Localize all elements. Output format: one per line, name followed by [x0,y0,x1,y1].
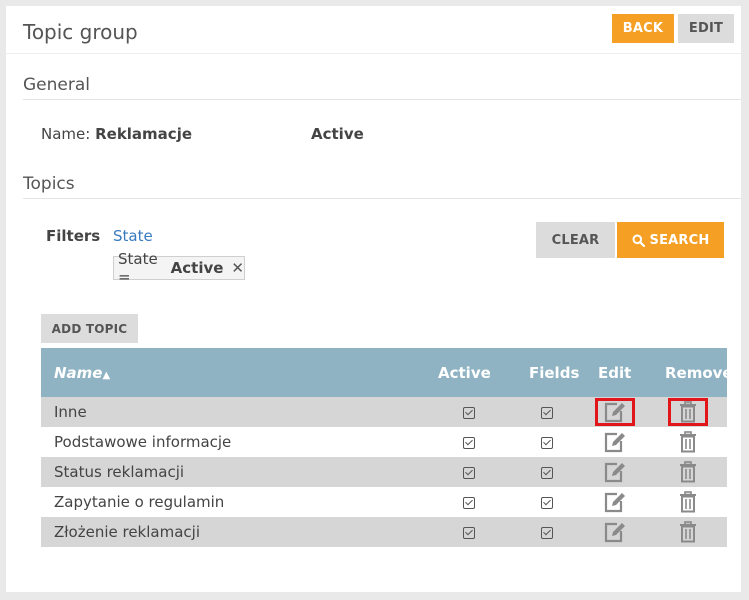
table-row: Zapytanie o regulamin [41,487,727,517]
edit-icon [604,462,625,483]
topic-group-panel: Topic group BACK EDIT General Name: Rekl… [6,6,741,592]
edit-icon [604,402,625,423]
search-button[interactable]: SEARCH [617,222,724,258]
topics-table-body: Inne Podstawowe informacje Status reklam… [41,397,727,547]
topic-name-cell: Podstawowe informacje [41,427,426,457]
remove-topic-button[interactable] [668,458,708,486]
search-icon [632,234,645,247]
group-name-field: Name: Reklamacje [41,125,192,143]
group-name-value: Reklamacje [95,125,193,143]
clear-button[interactable]: CLEAR [536,222,615,258]
remove-cell [648,487,727,517]
fields-column-header: Fields [511,348,582,397]
fields-cell [511,487,582,517]
remove-cell [648,427,727,457]
filters-label: Filters [46,227,101,245]
state-filter-chip: State = Active ✕ [113,250,245,286]
edit-cell [582,457,648,487]
active-cell [426,427,511,457]
name-column-header[interactable]: Name▲ [41,348,426,397]
remove-topic-button[interactable] [668,518,708,546]
checkbox-checked-icon [462,526,475,539]
checkbox-checked-icon [462,466,475,479]
general-section-title: General [23,75,90,95]
active-cell [426,517,511,547]
topics-section-divider [23,198,741,199]
fields-cell [511,427,582,457]
close-icon[interactable]: ✕ [231,259,244,277]
page-title: Topic group [23,20,138,44]
edit-topic-button[interactable] [595,398,635,426]
checkbox-checked-icon [462,436,475,449]
edit-icon [604,492,625,513]
state-filter-link[interactable]: State [113,227,153,245]
table-row: Złożenie reklamacji [41,517,727,547]
active-cell [426,487,511,517]
edit-column-header: Edit [582,348,648,397]
general-section-divider [23,99,741,100]
name-header-label: Name [54,363,103,382]
checkbox-checked-icon [540,526,553,539]
table-row: Podstawowe informacje [41,427,727,457]
sort-ascending-icon: ▲ [102,369,111,381]
group-status: Active [311,125,364,143]
chip-label: State = [118,250,158,286]
remove-column-header: Remove [648,348,727,397]
trash-icon [679,491,696,513]
edit-cell [582,397,648,427]
edit-topic-button[interactable] [595,518,635,546]
topics-table: Name▲ Active Fields Edit Remove Inne Pod… [41,348,727,547]
remove-cell [648,517,727,547]
checkbox-checked-icon [462,406,475,419]
edit-icon [604,522,625,543]
edit-topic-button[interactable] [595,458,635,486]
checkbox-checked-icon [540,466,553,479]
remove-cell [648,457,727,487]
remove-topic-button[interactable] [668,428,708,456]
add-topic-button[interactable]: ADD TOPIC [41,314,138,343]
chip-value: Active [170,259,224,277]
checkbox-checked-icon [540,406,553,419]
header-divider [6,53,741,54]
active-column-header: Active [426,348,511,397]
remove-cell [648,397,727,427]
topic-name-cell: Zapytanie o regulamin [41,487,426,517]
edit-cell [582,427,648,457]
checkbox-checked-icon [540,436,553,449]
checkbox-checked-icon [540,496,553,509]
edit-cell [582,487,648,517]
fields-cell [511,397,582,427]
edit-topic-button[interactable] [595,428,635,456]
trash-icon [679,401,696,423]
edit-cell [582,517,648,547]
fields-cell [511,517,582,547]
remove-topic-button[interactable] [667,398,708,426]
search-button-label: SEARCH [649,232,710,248]
topic-name-cell: Inne [41,397,426,427]
back-button[interactable]: BACK [612,14,674,43]
remove-topic-button[interactable] [668,488,708,516]
edit-icon [604,432,625,453]
edit-button[interactable]: EDIT [678,14,734,43]
active-cell [426,457,511,487]
topics-section-title: Topics [23,174,75,194]
table-header-row: Name▲ Active Fields Edit Remove [41,348,727,397]
topic-name-cell: Status reklamacji [41,457,426,487]
trash-icon [679,431,696,453]
table-row: Inne [41,397,727,427]
trash-icon [679,521,696,543]
topic-name-cell: Złożenie reklamacji [41,517,426,547]
active-cell [426,397,511,427]
checkbox-checked-icon [462,496,475,509]
edit-topic-button[interactable] [595,488,635,516]
fields-cell [511,457,582,487]
table-row: Status reklamacji [41,457,727,487]
trash-icon [679,461,696,483]
group-name-label: Name: [41,125,91,143]
